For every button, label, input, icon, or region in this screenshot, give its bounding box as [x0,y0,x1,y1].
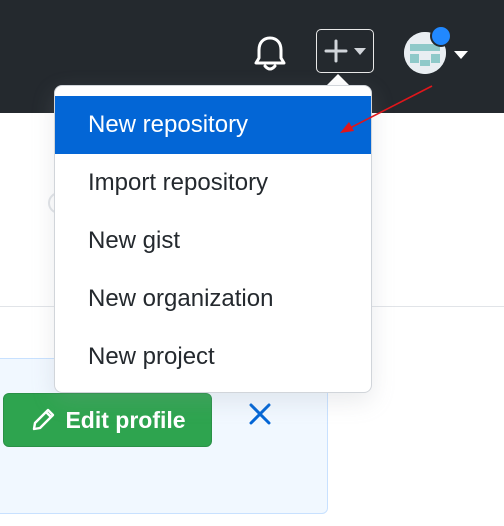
close-icon[interactable] [248,402,272,426]
pencil-icon [33,408,55,431]
status-indicator [430,25,452,47]
edit-profile-label: Edit profile [65,406,186,433]
menu-item-import-repository[interactable]: Import repository [55,154,371,212]
menu-list: New repository Import repository New gis… [55,96,371,386]
menu-item-new-project[interactable]: New project [55,328,371,386]
edit-profile-button[interactable]: Edit profile [3,393,212,447]
dropdown-pointer [327,74,349,85]
menu-item-new-repository[interactable]: New repository [55,96,371,154]
plus-icon [324,39,348,63]
create-new-button[interactable] [316,29,374,73]
menu-item-new-gist[interactable]: New gist [55,212,371,270]
bell-icon[interactable] [252,34,288,74]
chevron-down-icon [354,47,366,55]
menu-item-new-organization[interactable]: New organization [55,270,371,328]
avatar-chevron-down-icon[interactable] [454,51,468,59]
create-new-dropdown: New repository Import repository New gis… [54,85,372,393]
